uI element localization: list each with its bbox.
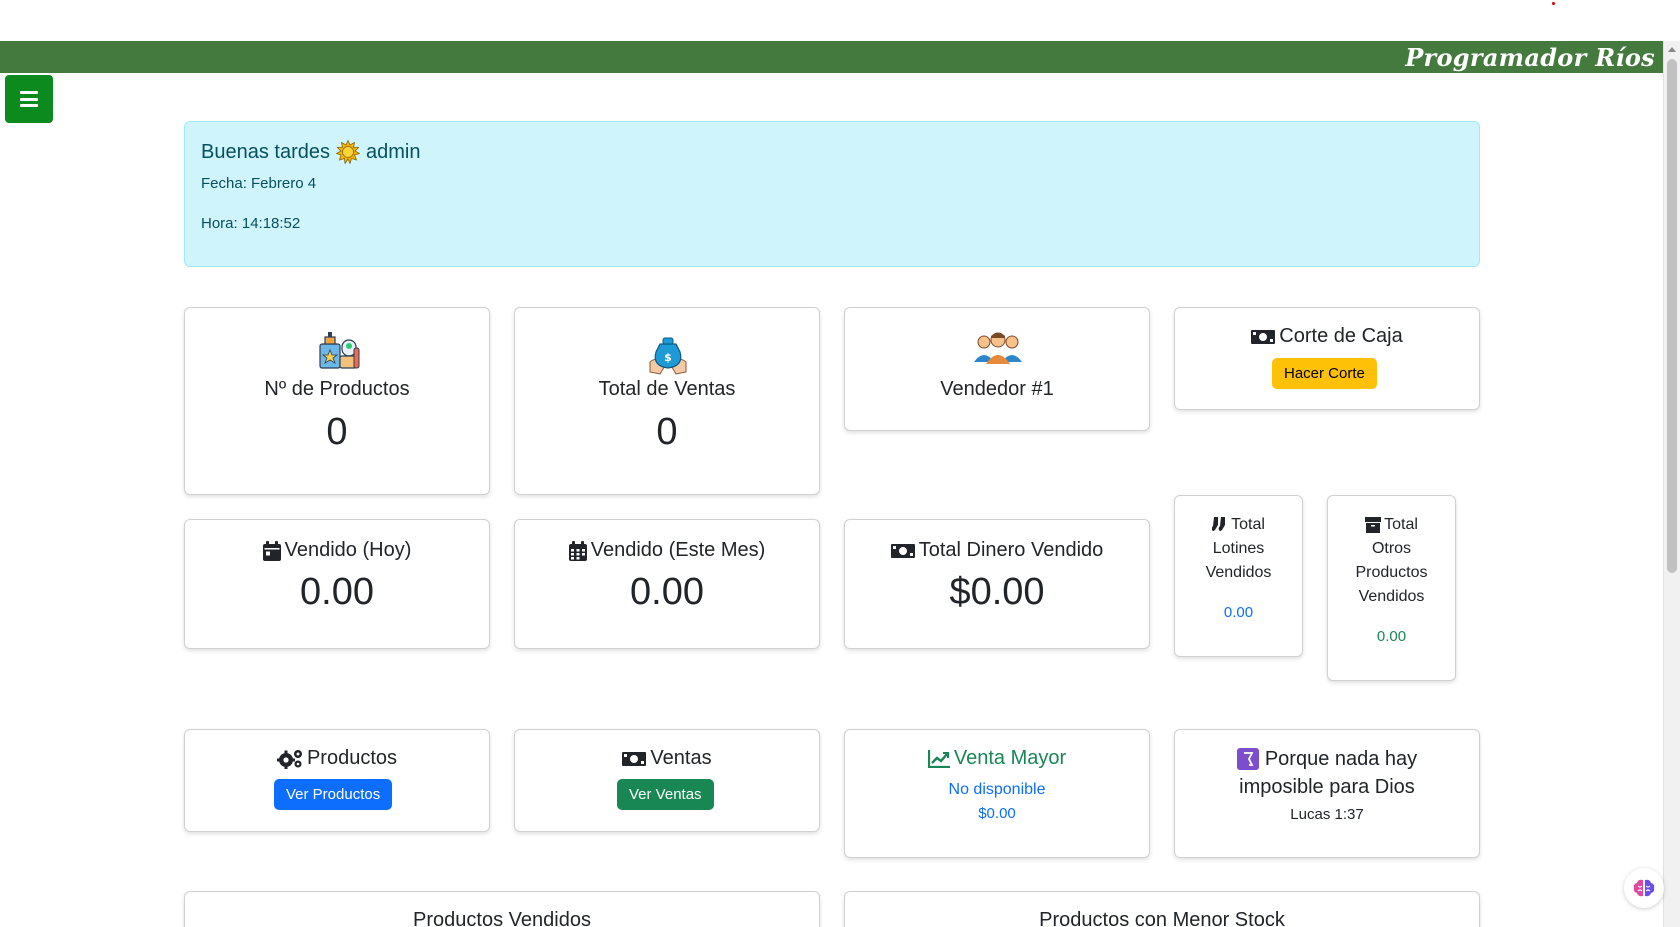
sold-month-label: Vendido (Este Mes) bbox=[590, 539, 766, 561]
verse-reference: Lucas 1:37 bbox=[1290, 806, 1364, 823]
other-products-line1: Total bbox=[1384, 516, 1418, 533]
lotines-line1: Total bbox=[1231, 516, 1265, 533]
greeting-user: admin bbox=[365, 140, 421, 163]
products-link-card: Productos Ver Productos bbox=[184, 729, 490, 832]
calendar-month-icon bbox=[568, 540, 587, 561]
total-money-value: $0.00 bbox=[949, 571, 1045, 613]
top-sale-title: Venta Mayor bbox=[845, 747, 1149, 770]
verse-line1: Porque nada hay bbox=[1264, 748, 1418, 770]
money-bill-icon bbox=[890, 543, 915, 558]
other-products-title-line1: Total bbox=[1328, 513, 1455, 537]
view-sales-button[interactable]: Ver Ventas bbox=[617, 779, 714, 810]
time-text: Hora: 14:18:52 bbox=[201, 215, 301, 232]
calendar-day-icon bbox=[262, 540, 281, 561]
other-products-line3: Productos bbox=[1355, 564, 1428, 581]
verse-title: Porque nada hay imposible para Dios bbox=[1175, 747, 1479, 799]
products-count-label: Nº de Productos bbox=[264, 378, 410, 400]
sold-month-value: 0.00 bbox=[630, 571, 704, 613]
verse-line2: imposible para Dios bbox=[1239, 776, 1415, 798]
sold-month-title: Vendido (Este Mes) bbox=[515, 539, 819, 562]
top-sale-name: No disponible bbox=[948, 781, 1046, 798]
other-products-value: 0.00 bbox=[1376, 628, 1407, 645]
total-money-card: Total Dinero Vendido $0.00 bbox=[844, 519, 1150, 649]
money-bag-icon: $ bbox=[649, 337, 687, 375]
sales-link-title: Ventas bbox=[515, 747, 819, 770]
chart-line-icon bbox=[927, 749, 950, 768]
verse-card: Porque nada hay imposible para Dios Luca… bbox=[1174, 729, 1480, 858]
sidebar-toggle-button[interactable] bbox=[5, 75, 53, 123]
lotines-line3: Vendidos bbox=[1205, 564, 1272, 581]
sold-products-section: Productos Vendidos bbox=[184, 891, 820, 927]
assistant-brain-button[interactable] bbox=[1624, 868, 1664, 908]
sales-link-card: Ventas Ver Ventas bbox=[514, 729, 820, 832]
products-count-card: Nº de Productos 0 bbox=[184, 307, 490, 495]
top-navbar: Programador Ríos bbox=[0, 41, 1663, 73]
sold-today-title: Vendido (Hoy) bbox=[185, 539, 489, 562]
other-products-line4: Vendidos bbox=[1358, 588, 1425, 605]
sellers-icon bbox=[974, 332, 1022, 364]
scroll-up-icon[interactable] bbox=[1668, 47, 1676, 52]
brand-title[interactable]: Programador Ríos bbox=[1405, 43, 1655, 72]
top-seller-card: Vendedor #1 bbox=[844, 307, 1150, 431]
money-bill-icon bbox=[1251, 329, 1276, 344]
top-seller-label: Vendedor #1 bbox=[940, 378, 1054, 400]
sales-link-label: Ventas bbox=[650, 747, 712, 769]
sold-today-value: 0.00 bbox=[300, 571, 374, 613]
products-link-title: Productos bbox=[185, 747, 489, 770]
sold-today-label: Vendido (Hoy) bbox=[284, 539, 412, 561]
top-sale-card: Venta Mayor No disponible $0.00 bbox=[844, 729, 1150, 858]
lotines-title-line1: Total bbox=[1175, 513, 1302, 537]
socks-icon bbox=[1212, 517, 1226, 531]
box-icon bbox=[1365, 517, 1382, 533]
greeting-line: Buenas tardes admin bbox=[201, 140, 420, 164]
brain-icon bbox=[1633, 879, 1655, 897]
sold-month-card: Vendido (Este Mes) 0.00 bbox=[514, 519, 820, 649]
date-text: Fecha: Febrero 4 bbox=[201, 175, 317, 192]
view-products-button[interactable]: Ver Productos bbox=[274, 779, 393, 810]
cash-cut-button[interactable]: Hacer Corte bbox=[1272, 358, 1377, 389]
products-link-label: Productos bbox=[306, 747, 398, 769]
cash-cut-card: Corte de Caja Hacer Corte bbox=[1174, 307, 1480, 410]
low-stock-heading: Productos con Menor Stock bbox=[1039, 909, 1285, 927]
greeting-alert: Buenas tardes admin Fecha: Febrero 4 Hor… bbox=[184, 121, 1480, 267]
total-money-title: Total Dinero Vendido bbox=[845, 539, 1149, 562]
lotines-value: 0.00 bbox=[1223, 604, 1254, 621]
sold-products-heading: Productos Vendidos bbox=[413, 909, 591, 927]
greeting-text: Buenas tardes bbox=[201, 140, 330, 163]
verse-line1-wrap: Porque nada hay bbox=[1236, 747, 1418, 771]
lotines-card: Total Lotines Vendidos 0.00 bbox=[1174, 495, 1303, 657]
products-icon bbox=[319, 332, 360, 369]
total-money-label: Total Dinero Vendido bbox=[918, 539, 1104, 561]
sun-icon bbox=[335, 140, 360, 164]
top-sale-label: Venta Mayor bbox=[953, 747, 1067, 769]
other-products-line2: Otros bbox=[1371, 540, 1412, 557]
scrollbar-thumb[interactable] bbox=[1667, 59, 1677, 573]
sold-today-card: Vendido (Hoy) 0.00 bbox=[184, 519, 490, 649]
hamburger-icon bbox=[20, 91, 38, 107]
page-scrollbar[interactable] bbox=[1663, 41, 1680, 927]
svg-text:$: $ bbox=[664, 351, 672, 364]
lotines-line2: Lotines bbox=[1212, 540, 1265, 557]
cash-cut-title: Corte de Caja bbox=[1175, 325, 1479, 348]
money-bill-icon bbox=[622, 751, 647, 766]
sales-total-value: 0 bbox=[656, 411, 678, 453]
sales-total-card: $ Total de Ventas 0 bbox=[514, 307, 820, 495]
gears-icon bbox=[276, 749, 302, 769]
cash-cut-label: Corte de Caja bbox=[1279, 325, 1403, 347]
low-stock-section: Productos con Menor Stock bbox=[844, 891, 1480, 927]
other-products-card: Total Otros Productos Vendidos 0.00 bbox=[1327, 495, 1456, 681]
sales-total-label: Total de Ventas bbox=[598, 378, 736, 400]
top-sale-amount: $0.00 bbox=[978, 805, 1016, 822]
cross-icon bbox=[1236, 748, 1259, 770]
products-count-value: 0 bbox=[326, 411, 348, 453]
page-marker-dot bbox=[1552, 2, 1555, 5]
